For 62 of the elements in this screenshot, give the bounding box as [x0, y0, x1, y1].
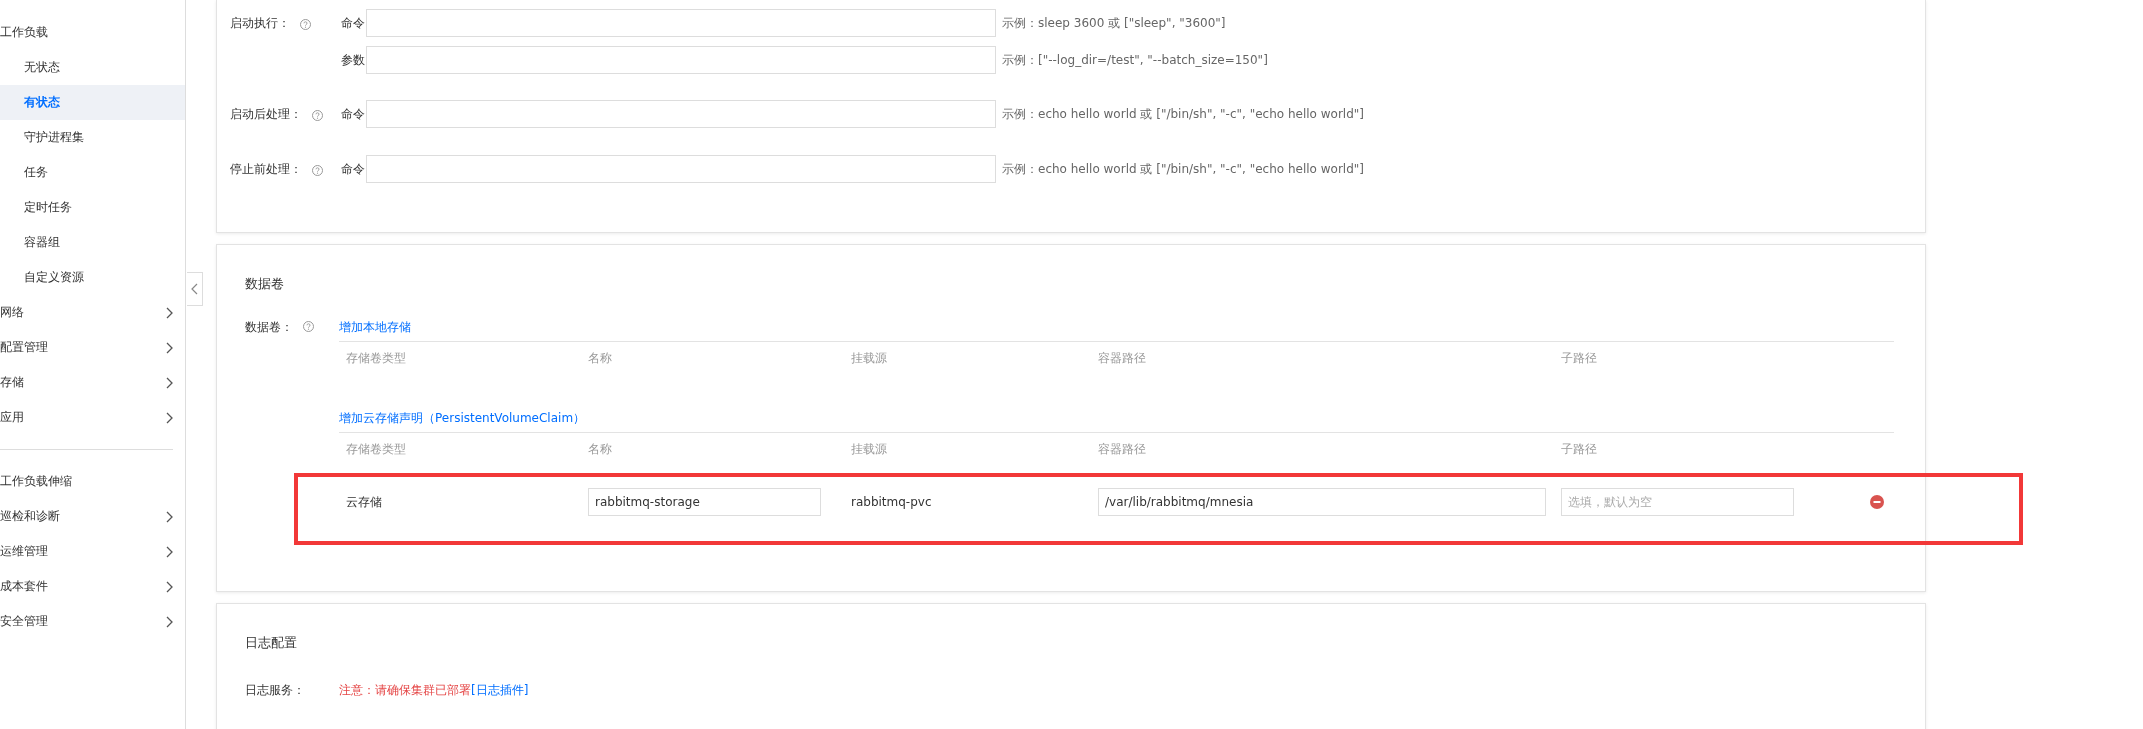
table-cell-text: rabbitmq-pvc: [850, 495, 933, 509]
column-header: 子路径: [1560, 350, 1598, 367]
table-cell-text: 云存储: [345, 493, 383, 511]
help-icon[interactable]: [312, 164, 323, 176]
field-label: 启动后处理：: [230, 105, 302, 123]
column-header: 名称: [587, 441, 613, 458]
column-header: 存储卷类型: [345, 350, 407, 367]
input-field[interactable]: [366, 46, 996, 74]
field-label: 命令: [341, 160, 366, 178]
column-header: 子路径: [1560, 441, 1598, 458]
sidebar-item[interactable]: 成本套件: [0, 569, 185, 604]
input-field[interactable]: rabbitmq-storage: [588, 488, 821, 516]
sidebar-item[interactable]: 网络: [0, 295, 185, 330]
column-header: 挂载源: [850, 350, 888, 367]
input-field[interactable]: [366, 9, 996, 37]
input-field[interactable]: [366, 155, 996, 183]
add-link[interactable]: 增加本地存储: [339, 319, 1894, 341]
remove-icon[interactable]: [1870, 495, 1884, 509]
sidebar-item[interactable]: 巡检和诊断: [0, 499, 185, 534]
field-label: 命令: [341, 14, 366, 32]
sidebar-subitem[interactable]: 自定义资源: [0, 260, 185, 295]
hint-text: 示例：echo hello world 或 ["/bin/sh", "-c", "echo hello world"]: [1002, 105, 1364, 123]
hint-text: 示例：sleep 3600 或 ["sleep", "3600"]: [1002, 14, 1226, 32]
input-field[interactable]: [366, 100, 996, 128]
sidebar-item[interactable]: 工作负载: [0, 15, 185, 50]
column-header: 名称: [587, 350, 613, 367]
sidebar-item[interactable]: 安全管理: [0, 604, 185, 639]
column-header: 容器路径: [1097, 441, 1147, 458]
notice-text: 注意：请确保集群已部署[日志插件]: [339, 682, 529, 699]
chevron-left-icon: [191, 283, 198, 295]
field-label: 启动执行：: [230, 14, 290, 32]
field-label: 命令: [341, 105, 366, 123]
sidebar-item[interactable]: 应用: [0, 400, 185, 435]
help-icon[interactable]: [303, 321, 314, 332]
sidebar-subitem[interactable]: 定时任务: [0, 190, 185, 225]
input-field[interactable]: 选填，默认为空: [1561, 488, 1794, 516]
collapse-button[interactable]: [187, 272, 203, 306]
column-header: 挂载源: [850, 441, 888, 458]
sidebar-item[interactable]: 存储: [0, 365, 185, 400]
field-label: 数据卷：: [245, 319, 293, 336]
sidebar-subitem[interactable]: 有状态: [0, 85, 185, 120]
field-label: 停止前处理：: [230, 160, 302, 178]
help-icon[interactable]: [300, 18, 311, 30]
input-field[interactable]: /var/lib/rabbitmq/mnesia: [1098, 488, 1546, 516]
sidebar-subitem[interactable]: 容器组: [0, 225, 185, 260]
section-title: 日志配置: [245, 634, 298, 652]
add-link[interactable]: 增加云存储声明（PersistentVolumeClaim）: [339, 410, 1894, 432]
hint-text: 示例：echo hello world 或 ["/bin/sh", "-c", "echo hello world"]: [1002, 160, 1364, 178]
sidebar-subitem[interactable]: 任务: [0, 155, 185, 190]
column-header: 容器路径: [1097, 350, 1147, 367]
sidebar-subitem[interactable]: 守护进程集: [0, 120, 185, 155]
field-label: 日志服务：: [245, 682, 306, 699]
column-header: 存储卷类型: [345, 441, 407, 458]
sidebar-item[interactable]: 配置管理: [0, 330, 185, 365]
section-title: 数据卷: [245, 275, 285, 293]
field-label: 参数: [341, 51, 366, 69]
sidebar-item[interactable]: 工作负载伸缩: [0, 464, 185, 499]
hint-text: 示例：["--log_dir=/test", "--batch_size=150"]: [1002, 51, 1268, 69]
sidebar-item[interactable]: 运维管理: [0, 534, 185, 569]
help-icon[interactable]: [312, 109, 323, 121]
plugin-link[interactable]: [日志插件]: [471, 683, 529, 697]
sidebar-subitem[interactable]: 无状态: [0, 50, 185, 85]
